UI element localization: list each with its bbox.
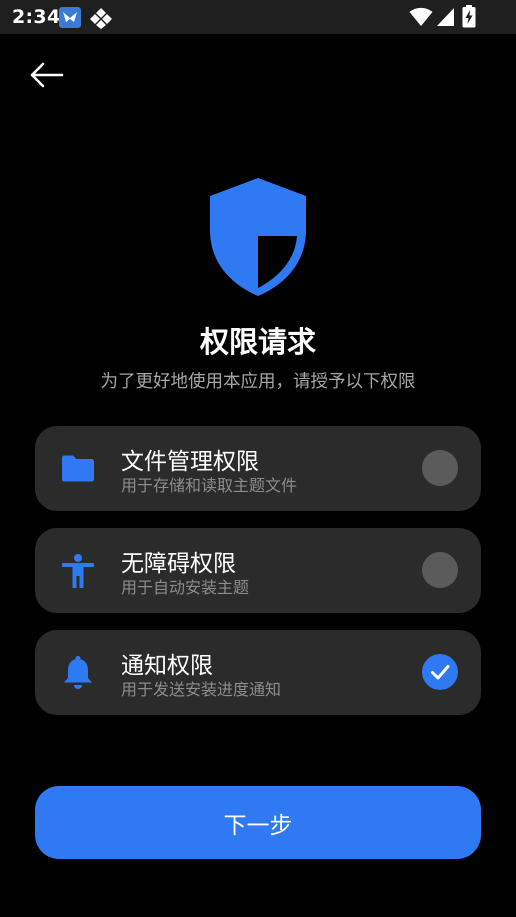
back-button[interactable] [22,56,70,96]
shield-icon [207,176,309,298]
signal-icon [436,7,455,27]
permission-description: 用于存储和读取主题文件 [121,476,298,495]
permission-item-notification[interactable]: 通知权限 用于发送安装进度通知 [35,630,481,715]
permission-item-accessibility[interactable]: 无障碍权限 用于自动安装主题 [35,528,481,613]
page-subtitle: 为了更好地使用本应用，请授予以下权限 [100,372,416,392]
page-title: 权限请求 [199,325,316,359]
permission-toggle[interactable] [422,450,458,486]
permission-toggle[interactable] [422,552,458,588]
back-arrow-icon [30,62,64,88]
battery-charging-icon [462,5,476,28]
notification-app-icon [59,7,81,28]
notification-diamond-icon [89,7,113,29]
permission-description: 用于自动安装主题 [121,578,250,597]
permission-description: 用于发送安装进度通知 [121,680,282,699]
accessibility-icon [59,552,97,590]
bell-icon [59,654,97,692]
check-icon [431,665,450,680]
permission-title: 无障碍权限 [121,551,236,577]
folder-icon [59,450,97,488]
next-button[interactable]: 下一步 [35,786,481,859]
permission-title: 文件管理权限 [121,449,259,475]
status-time: 2:34 [12,6,61,28]
permission-toggle-checked[interactable] [422,654,458,690]
wifi-icon [409,7,433,27]
permission-title: 通知权限 [121,653,213,679]
permission-request-screen: 2:34 权限请求 为了更好地使用本应用，请授予以下权限 文件管理权限 用于存储… [0,0,516,917]
permission-item-file[interactable]: 文件管理权限 用于存储和读取主题文件 [35,426,481,511]
status-bar: 2:34 [0,0,516,34]
